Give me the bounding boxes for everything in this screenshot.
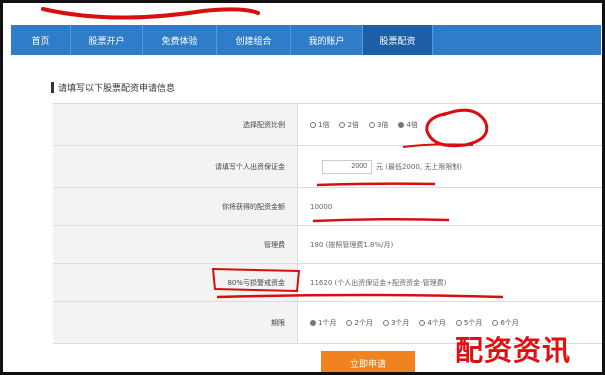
multiple-radio-label: 1倍 (318, 120, 330, 129)
amount-label: 你将获得的配资金额 (53, 188, 298, 225)
multiple-radio-3[interactable]: 3倍 (368, 120, 389, 130)
row-deposit: 请填写个人出资保证金 元 (最低2000, 无上限限制) (53, 146, 602, 188)
submit-button[interactable]: 立即申请 (321, 351, 415, 372)
radio-circle-icon (346, 319, 353, 326)
row-warning: 80%亏损警戒资金 11620 (个人出资保证金+配资资金-管理费) (53, 264, 602, 302)
watermark-text: 配资资讯 (455, 334, 572, 367)
radio-circle-icon (368, 121, 375, 128)
warning-label: 80%亏损警戒资金 (53, 264, 298, 301)
radio-circle-icon (339, 121, 346, 128)
multiple-radio-4[interactable]: 4倍 (398, 120, 418, 130)
period-radio-3[interactable]: 3个月 (382, 318, 410, 328)
deposit-hint: 元 (最低2000, 无上限限制) (376, 162, 462, 171)
period-radio-5[interactable]: 5个月 (455, 318, 483, 328)
period-radio-group: 1个月 2个月 3个月 4个月 5个月 6个月 (310, 318, 519, 328)
heading-bar (51, 82, 54, 93)
row-multiple: 选择配资比例 1倍 2倍 3倍 4倍 (53, 104, 602, 146)
top-strip (3, 3, 602, 25)
multiple-radio-1[interactable]: 1倍 (310, 120, 329, 130)
application-form: 选择配资比例 1倍 2倍 3倍 4倍 请填写个人出资保证金 元 (最低2000, 无上… (53, 103, 602, 344)
period-radio-label: 1个月 (318, 318, 337, 327)
row-amount: 你将获得的配资金额 10000 (53, 188, 602, 226)
multiple-radio-2[interactable]: 2倍 (339, 120, 359, 130)
period-radio-1[interactable]: 1个月 (310, 318, 336, 328)
multiple-options: 1倍 2倍 3倍 4倍 (298, 104, 602, 145)
row-fee: 管理费 180 (按照管理费1.8%/月) (53, 226, 602, 264)
period-radio-label: 4个月 (427, 318, 446, 327)
nav-item-home[interactable]: 首页 (11, 25, 71, 55)
nav-item-open-account[interactable]: 股票开户 (71, 25, 143, 55)
period-label: 期限 (53, 302, 298, 343)
fee-label: 管理费 (53, 226, 298, 263)
main-nav: 首页 股票开户 免费体验 创建组合 我的账户 股票配资 (11, 25, 601, 55)
radio-circle-icon (310, 319, 316, 326)
screenshot-frame: 首页 股票开户 免费体验 创建组合 我的账户 股票配资 请填写以下股票配资申请信… (0, 0, 605, 375)
heading-text: 请填写以下股票配资申请信息 (58, 84, 176, 94)
multiple-radio-label: 4倍 (406, 120, 418, 129)
deposit-label: 请填写个人出资保证金 (53, 146, 298, 187)
radio-circle-icon (310, 121, 316, 128)
nav-item-stock-margin[interactable]: 股票配资 (363, 25, 433, 55)
radio-circle-icon (455, 319, 462, 326)
amount-value: 10000 (310, 202, 333, 211)
radio-circle-icon (419, 319, 426, 326)
deposit-value: 元 (最低2000, 无上限限制) (298, 146, 602, 187)
period-radio-6[interactable]: 6个月 (492, 318, 519, 328)
nav-item-free-trial[interactable]: 免费体验 (143, 25, 217, 55)
warning-value: 11620 (个人出资保证金+配资资金-管理费) (310, 278, 447, 287)
nav-item-my-account[interactable]: 我的账户 (291, 25, 363, 55)
radio-circle-icon (382, 319, 389, 326)
radio-circle-icon (492, 319, 499, 326)
radio-circle-icon (398, 121, 405, 128)
deposit-input[interactable] (322, 159, 372, 174)
nav-item-create-portfolio[interactable]: 创建组合 (217, 25, 291, 55)
multiple-radio-label: 3倍 (376, 120, 389, 129)
section-heading: 请填写以下股票配资申请信息 (51, 81, 175, 94)
period-radio-4[interactable]: 4个月 (419, 318, 446, 328)
period-radio-label: 5个月 (463, 318, 483, 327)
period-radio-label: 6个月 (500, 318, 519, 327)
multiple-label: 选择配资比例 (53, 104, 298, 145)
multiple-radio-group: 1倍 2倍 3倍 4倍 (310, 120, 418, 130)
period-radio-label: 2个月 (354, 318, 373, 327)
multiple-radio-label: 2倍 (347, 120, 359, 129)
period-radio-label: 3个月 (390, 318, 410, 327)
fee-value: 180 (按照管理费1.8%/月) (310, 240, 394, 249)
period-radio-2[interactable]: 2个月 (346, 318, 373, 328)
